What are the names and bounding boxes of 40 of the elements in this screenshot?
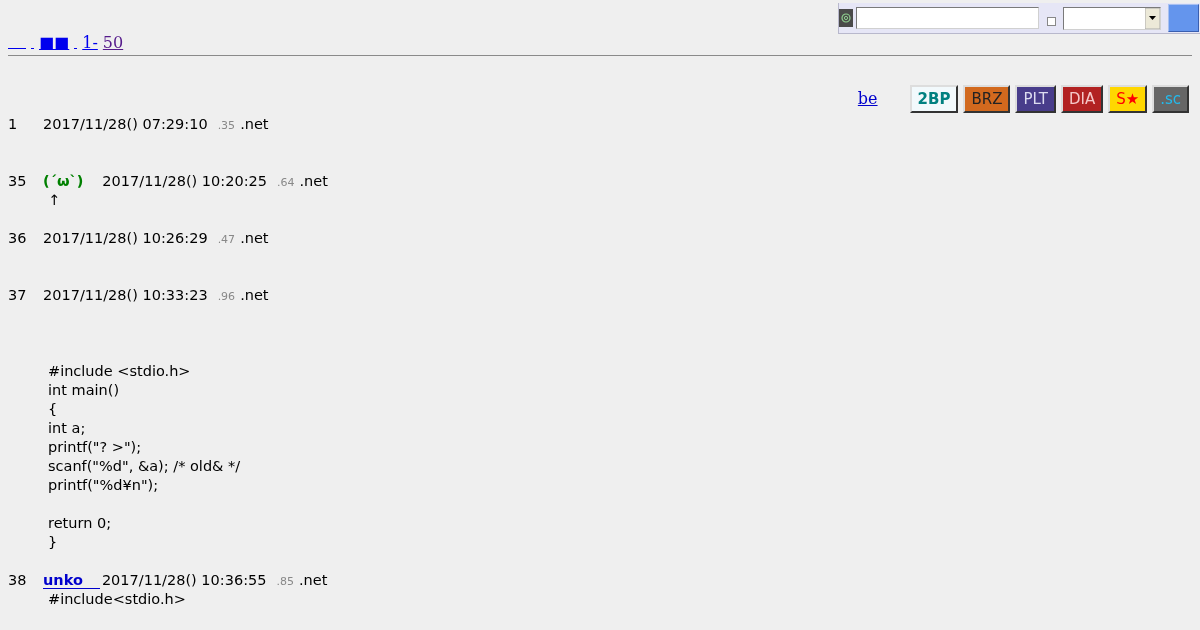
host-suffix: .net: [240, 229, 269, 248]
post-date: 2017/11/28() 10:36:55: [101, 571, 267, 590]
caret-icon: [1145, 7, 1160, 29]
board-button[interactable]: BRZ: [963, 85, 1011, 113]
dropdown[interactable]: [1063, 6, 1161, 30]
host-suffix: .net: [299, 172, 328, 191]
post-id: .47: [217, 232, 236, 248]
post-date: 2017/11/28() 10:33:23: [43, 286, 208, 305]
host-suffix: .net: [240, 286, 269, 305]
checkbox[interactable]: [1047, 16, 1056, 26]
host-suffix: .net: [299, 571, 328, 590]
target-icon: [839, 9, 853, 27]
post-id: .85: [276, 574, 294, 590]
poster-name-link[interactable]: unko: [43, 572, 100, 589]
search-field[interactable]: [856, 7, 1039, 29]
post-body: ↑: [48, 191, 61, 210]
post-date: 2017/11/28() 10:26:29: [43, 229, 208, 248]
board-button[interactable]: DIA: [1060, 85, 1104, 113]
board-button[interactable]: 2BP: [909, 85, 959, 113]
poster-name: (´ω`): [43, 172, 84, 191]
post-number: 1: [8, 115, 19, 134]
post-number: 38: [8, 571, 28, 590]
post-id: .35: [217, 118, 236, 134]
post-body: #include <stdio.h> int main() { int a; printf("? >"); scanf("%d", &a); /* old& */ printf("%d¥n"); return 0; }: [48, 362, 241, 552]
host-suffix: .net: [240, 115, 269, 134]
post-id: .64: [277, 175, 295, 191]
blank-link[interactable]: [74, 48, 78, 49]
post-id: .96: [217, 289, 236, 305]
nav-link[interactable]: 1-: [82, 33, 98, 52]
submit-button[interactable]: [1168, 4, 1199, 32]
post-body: #include<stdio.h>: [48, 590, 186, 609]
nav-link[interactable]: 50: [102, 33, 124, 52]
post-date: 2017/11/28() 10:20:25: [102, 172, 267, 191]
board-button[interactable]: PLT: [1015, 85, 1056, 113]
board-link[interactable]: be: [857, 87, 878, 111]
post-number: 36: [8, 229, 28, 248]
post-date: 2017/11/28() 07:29:10: [43, 115, 208, 134]
post-number: 37: [8, 286, 28, 305]
post-number: 35: [8, 172, 28, 191]
nav-link[interactable]: ■■: [39, 33, 70, 52]
